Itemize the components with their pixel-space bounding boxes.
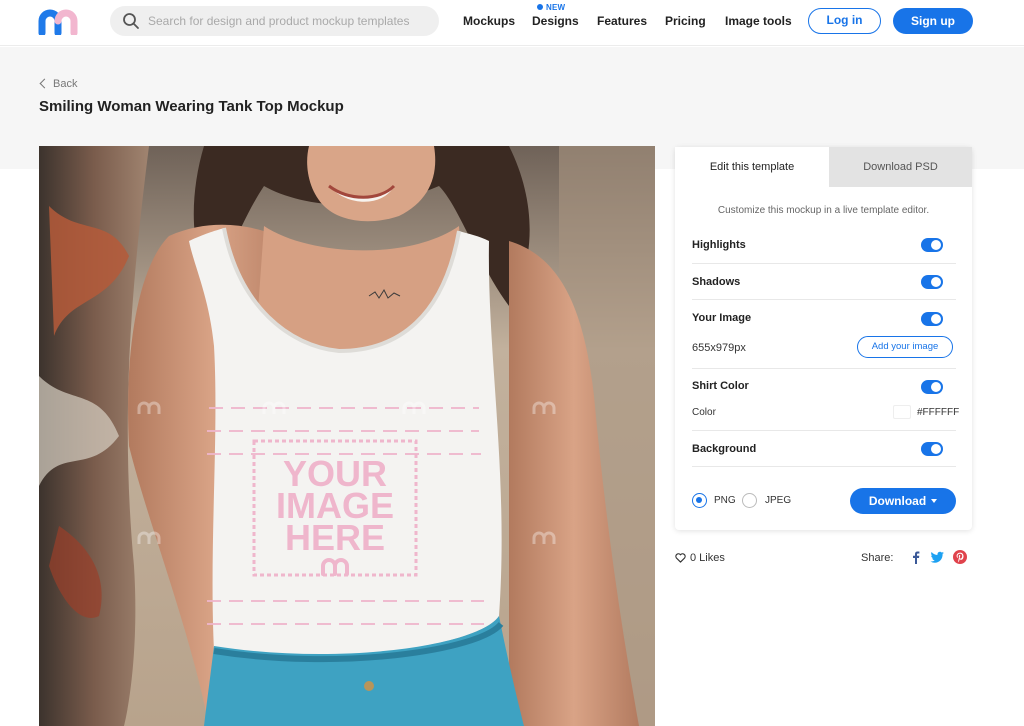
image-size-text: 655x979px <box>692 342 746 354</box>
mockup-preview[interactable]: YOUR IMAGE HERE <box>39 146 655 726</box>
likes-text: 0 Likes <box>690 552 725 564</box>
search-bar[interactable] <box>110 6 439 36</box>
png-label: PNG <box>714 495 736 506</box>
tab-edit-template[interactable]: Edit this template <box>675 147 829 187</box>
twitter-icon[interactable] <box>929 549 945 565</box>
heart-icon <box>675 553 686 563</box>
your-image-label: Your Image <box>692 312 752 324</box>
your-image-toggle[interactable] <box>921 312 943 326</box>
mockup-photo: YOUR IMAGE HERE <box>39 146 655 726</box>
signup-button[interactable]: Sign up <box>893 8 973 34</box>
nav-image-tools[interactable]: Image tools <box>725 14 792 28</box>
shirt-color-label: Shirt Color <box>692 380 749 392</box>
divider <box>692 299 956 300</box>
divider <box>692 430 956 431</box>
divider <box>692 368 956 369</box>
tab-download-psd[interactable]: Download PSD <box>829 147 972 187</box>
divider <box>692 466 956 467</box>
back-link[interactable]: Back <box>39 78 77 90</box>
jpeg-label: JPEG <box>765 495 792 506</box>
jpeg-radio[interactable] <box>742 493 757 508</box>
back-label: Back <box>53 78 78 90</box>
new-dot-icon <box>537 4 543 10</box>
editor-hint: Customize this mockup in a live template… <box>717 205 930 216</box>
color-hex-value[interactable]: #FFFFFF <box>917 407 959 418</box>
color-swatch[interactable] <box>893 405 911 419</box>
chevron-left-icon <box>39 78 50 89</box>
template-editor-panel: Edit this template Download PSD Customiz… <box>675 147 972 530</box>
new-badge-label: NEW <box>546 3 566 12</box>
background-toggle[interactable] <box>921 442 943 456</box>
nav-designs[interactable]: Designs <box>532 14 579 28</box>
search-icon <box>123 13 139 29</box>
nav-features[interactable]: Features <box>597 14 647 28</box>
new-badge: NEW <box>537 3 565 12</box>
facebook-icon[interactable] <box>908 549 924 565</box>
png-radio[interactable] <box>692 493 707 508</box>
add-your-image-button[interactable]: Add your image <box>857 336 953 358</box>
share-label: Share: <box>861 552 894 564</box>
shadows-toggle[interactable] <box>921 275 943 289</box>
pinterest-icon[interactable] <box>952 549 968 565</box>
download-label: Download <box>868 494 927 508</box>
top-navbar: Mockups NEW Designs Features Pricing Ima… <box>0 0 1024 46</box>
download-button[interactable]: Download <box>850 488 956 514</box>
background-label: Background <box>692 443 757 455</box>
caret-down-icon <box>931 499 938 503</box>
color-label: Color <box>692 407 716 418</box>
nav-mockups[interactable]: Mockups <box>463 14 515 28</box>
highlights-toggle[interactable] <box>921 238 943 252</box>
divider <box>692 263 956 264</box>
search-input[interactable] <box>148 6 428 36</box>
login-button[interactable]: Log in <box>808 8 881 34</box>
placeit-logo[interactable] <box>38 9 86 35</box>
shadows-label: Shadows <box>692 276 741 288</box>
shirt-color-toggle[interactable] <box>921 380 943 394</box>
placeholder-line-3: HERE <box>285 517 385 558</box>
likes-counter[interactable]: 0 Likes <box>675 552 725 564</box>
page-title: Smiling Woman Wearing Tank Top Mockup <box>39 98 344 115</box>
highlights-label: Highlights <box>692 239 746 251</box>
nav-pricing[interactable]: Pricing <box>665 14 706 28</box>
